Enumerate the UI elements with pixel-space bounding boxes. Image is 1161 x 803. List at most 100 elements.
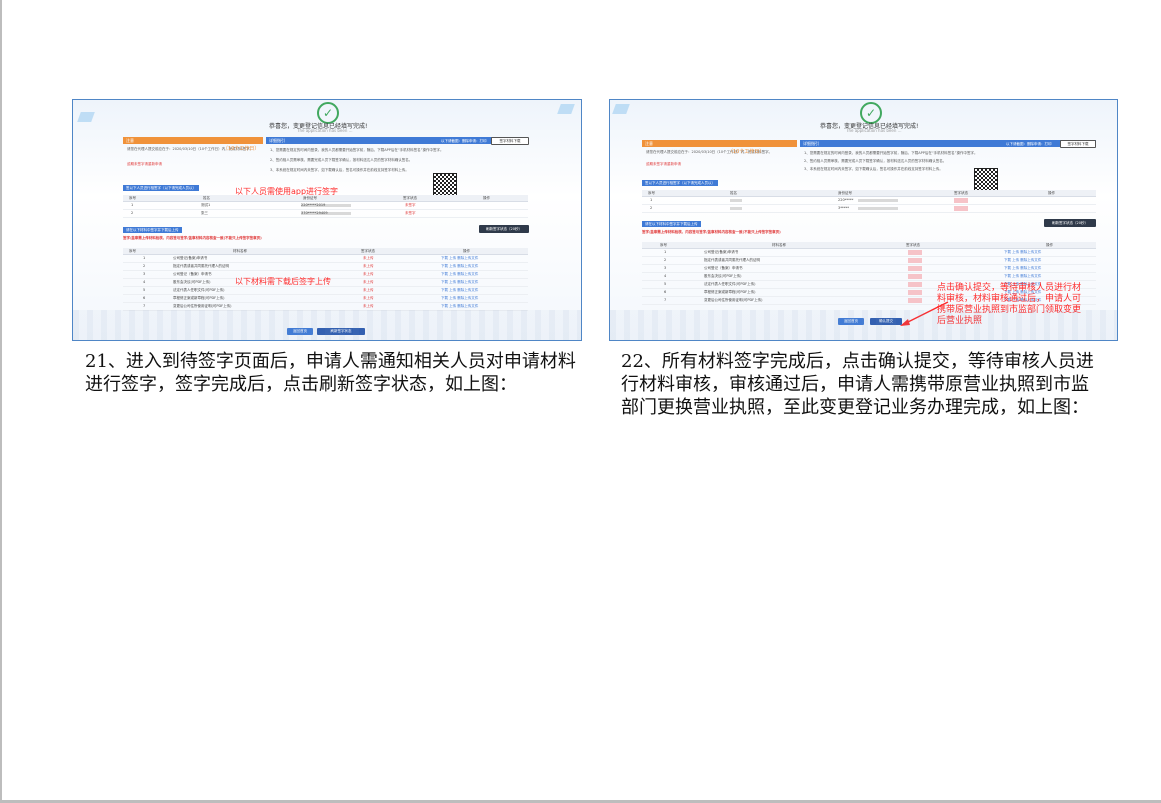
row-actions[interactable]: 下载 上传 删除上传文件 [1004, 274, 1041, 279]
material-table-header: 序号 材料名称 签字状态 操作 [123, 248, 528, 255]
refresh-sign-status-button[interactable]: 刷新签字状态（20秒） [1044, 219, 1096, 227]
row-actions[interactable]: 下载 上传 删除上传文件 [441, 256, 478, 261]
row-material-name: 章程修正案或新章程(可PDF上传) [704, 290, 756, 294]
redacted-status [908, 266, 922, 271]
caption-step-21: 21、进入到待签字页面后，申请人需通知相关人员对申请材料进行签字，签字完成后，点… [85, 351, 576, 395]
signer-section-tag: 签以下人员进行相签字（以下请完成人员以） [123, 185, 199, 191]
guide-links[interactable]: 以下请截图：删除申请：打印 [1006, 142, 1052, 147]
table-row: 6 章程修正案或新章程(可PDF上传) 未上传 下载 上传 删除上传文件 [123, 295, 528, 303]
screenshot-step-21: ✓ 恭喜您，变更登记信息已经填写完成! The application has … [72, 99, 582, 341]
row-actions[interactable]: 下载 上传 删除上传文件 [441, 280, 478, 285]
table-row: 1 220***** [642, 197, 1096, 205]
table-row: 3 公司登记（备案）申请书 下载 上传 删除上传文件 [642, 265, 1096, 273]
row-actions[interactable]: 下载 上传 删除上传文件 [441, 288, 478, 293]
row-no: 1 [143, 256, 146, 260]
decor-skyline [73, 310, 581, 340]
success-subtitle: The application has been ... [846, 128, 902, 133]
row-no: 1 [664, 250, 667, 254]
redacted-name [730, 207, 742, 210]
row-no: 3 [664, 266, 667, 270]
row-no: 2 [143, 264, 146, 268]
row-material-name: 指定代表或者共同委托代理人的证明 [173, 264, 229, 268]
row-material-name: 法定代表人任职文件(可PDF上传) [704, 282, 756, 286]
qr-code-icon [974, 168, 998, 192]
screenshot-step-22: ✓ 恭喜您，变更登记信息已经填写完成! The application has … [609, 99, 1118, 341]
col-name: 姓名 [730, 191, 737, 195]
row-id: 3***** [838, 206, 849, 210]
caption-step-22: 22、所有材料签字完成后，点击确认提交，等待审核人员进行材料审核，审核通过后，申… [621, 351, 1094, 418]
redacted-status [908, 290, 922, 295]
row-status: 未上传 [363, 288, 374, 292]
download-materials-button[interactable]: 签字材料下载 [491, 137, 529, 145]
col-id: 身份证号 [303, 196, 317, 200]
redacted-status [908, 250, 922, 255]
signer-table-header: 序号 姓名 身份证号 签字状态 操作 [642, 190, 1096, 197]
redacted-status [954, 206, 968, 211]
redacted-status [908, 282, 922, 287]
row-actions[interactable]: 下载 上传 删除上传文件 [441, 296, 478, 301]
table-row: 5 法定代表人任职文件(可PDF上传) 未上传 下载 上传 删除上传文件 [123, 287, 528, 295]
row-actions[interactable]: 下载 上传 删除上传文件 [1004, 266, 1041, 271]
guide-item-1: 1、您需要在规定的时间内登录，我的人员都需要开始签字前，随后，下载APP后在“手… [804, 151, 978, 155]
table-row: 2 3***** [642, 205, 1096, 213]
notice-header: 注意 [642, 140, 797, 147]
row-material-name: 公司登记（备案）申请书 [704, 266, 743, 270]
table-row: 2 指定代表或者共同委托代理人的证明 下载 上传 删除上传文件 [642, 257, 1096, 265]
row-id: 220***** [838, 198, 854, 202]
row-material-name: 变更后公司住所使用证明(可PDF上传) [173, 304, 232, 308]
table-row: 4 股东会决议(可PDF上传) 下载 上传 删除上传文件 [642, 273, 1096, 281]
annotation-download-upload: 以下材料需下载后签字上传 [235, 277, 331, 286]
row-no: 6 [143, 296, 146, 300]
success-subtitle: The application has been ... [297, 128, 353, 133]
col-no: 序号 [648, 191, 655, 195]
row-no: 2 [664, 258, 667, 262]
row-no: 5 [664, 282, 667, 286]
row-status: 未上传 [363, 264, 374, 268]
row-no: 5 [143, 288, 146, 292]
material-section-tag: 请在以下材料中签字并下载后上传 [123, 227, 182, 233]
row-material-name: 指定代表或者共同委托代理人的证明 [704, 258, 760, 262]
row-status: 未上传 [363, 272, 374, 276]
col-id: 身份证号 [838, 191, 852, 195]
row-status: 未上传 [363, 296, 374, 300]
row-no: 1 [131, 203, 134, 207]
row-no: 7 [664, 298, 667, 302]
row-status: 未上传 [363, 280, 374, 284]
notice-warning: 逾期未签字请重新申请 [646, 162, 681, 166]
guide-item-2: 2、签约相人员需审核，需要完成人员下载签字确认，按材料送达人员的签字材料确认签名… [804, 159, 947, 163]
col-name: 姓名 [203, 196, 210, 200]
row-actions[interactable]: 下载 上传 删除上传文件 [441, 264, 478, 269]
row-actions[interactable]: 下载 上传 删除上传文件 [441, 304, 478, 309]
redacted-status [908, 258, 922, 263]
refresh-sign-status-button[interactable]: 刷新签字状态（20秒） [479, 225, 529, 233]
guide-item-1: 1、您需要在规定的时间内登录，我的人员都需要开始签字前，随后，下载APP后在“手… [270, 148, 444, 152]
col-status: 签字状态 [403, 196, 417, 200]
row-no: 2 [650, 206, 653, 210]
guide-header: 详细指引 [266, 137, 528, 144]
table-row: 2 指定代表或者共同委托代理人的证明 未上传 下载 上传 删除上传文件 [123, 263, 528, 271]
material-table-header: 序号 材料名称 签字状态 操作 [642, 242, 1096, 249]
row-status: 未上传 [363, 304, 374, 308]
row-actions[interactable]: 下载 上传 删除上传文件 [1004, 250, 1041, 255]
table-row: 1 公司登记(备案)申请书 未上传 下载 上传 删除上传文件 [123, 255, 528, 263]
notice-text: 请您在代理人提交前应在于：2020/03/10日（10个工作日）内，完成材料签字… [646, 150, 773, 154]
row-actions[interactable]: 下载 上传 删除上传文件 [441, 272, 478, 277]
material-note: 签字/盖章需上传材料检核，内容签与签字/盖章材料内容核查一致(不能只上传签字签章… [123, 236, 262, 240]
table-row: 1 测试1 220*****2019 未签字 [123, 202, 528, 210]
row-no: 7 [143, 304, 146, 308]
decor-cube [77, 112, 95, 122]
redacted-status [908, 274, 922, 279]
row-material-name: 公司登记(备案)申请书 [704, 250, 739, 254]
row-status: 未上传 [363, 256, 374, 260]
signer-table-header: 序号 姓名 身份证号 签字状态 操作 [123, 195, 528, 202]
guide-links[interactable]: 以下请截图：删除申请：打印 [441, 139, 487, 144]
col-status: 签字状态 [906, 243, 920, 247]
row-material-name: 公司登记（备案）申请书 [173, 272, 212, 276]
row-no: 2 [131, 211, 134, 215]
row-actions[interactable]: 下载 上传 删除上传文件 [1004, 258, 1041, 263]
download-materials-button[interactable]: 签字材料下载 [1060, 140, 1096, 148]
col-action: 操作 [1046, 243, 1053, 247]
col-no: 序号 [129, 196, 136, 200]
redacted-name [730, 199, 742, 202]
row-no: 4 [143, 280, 146, 284]
